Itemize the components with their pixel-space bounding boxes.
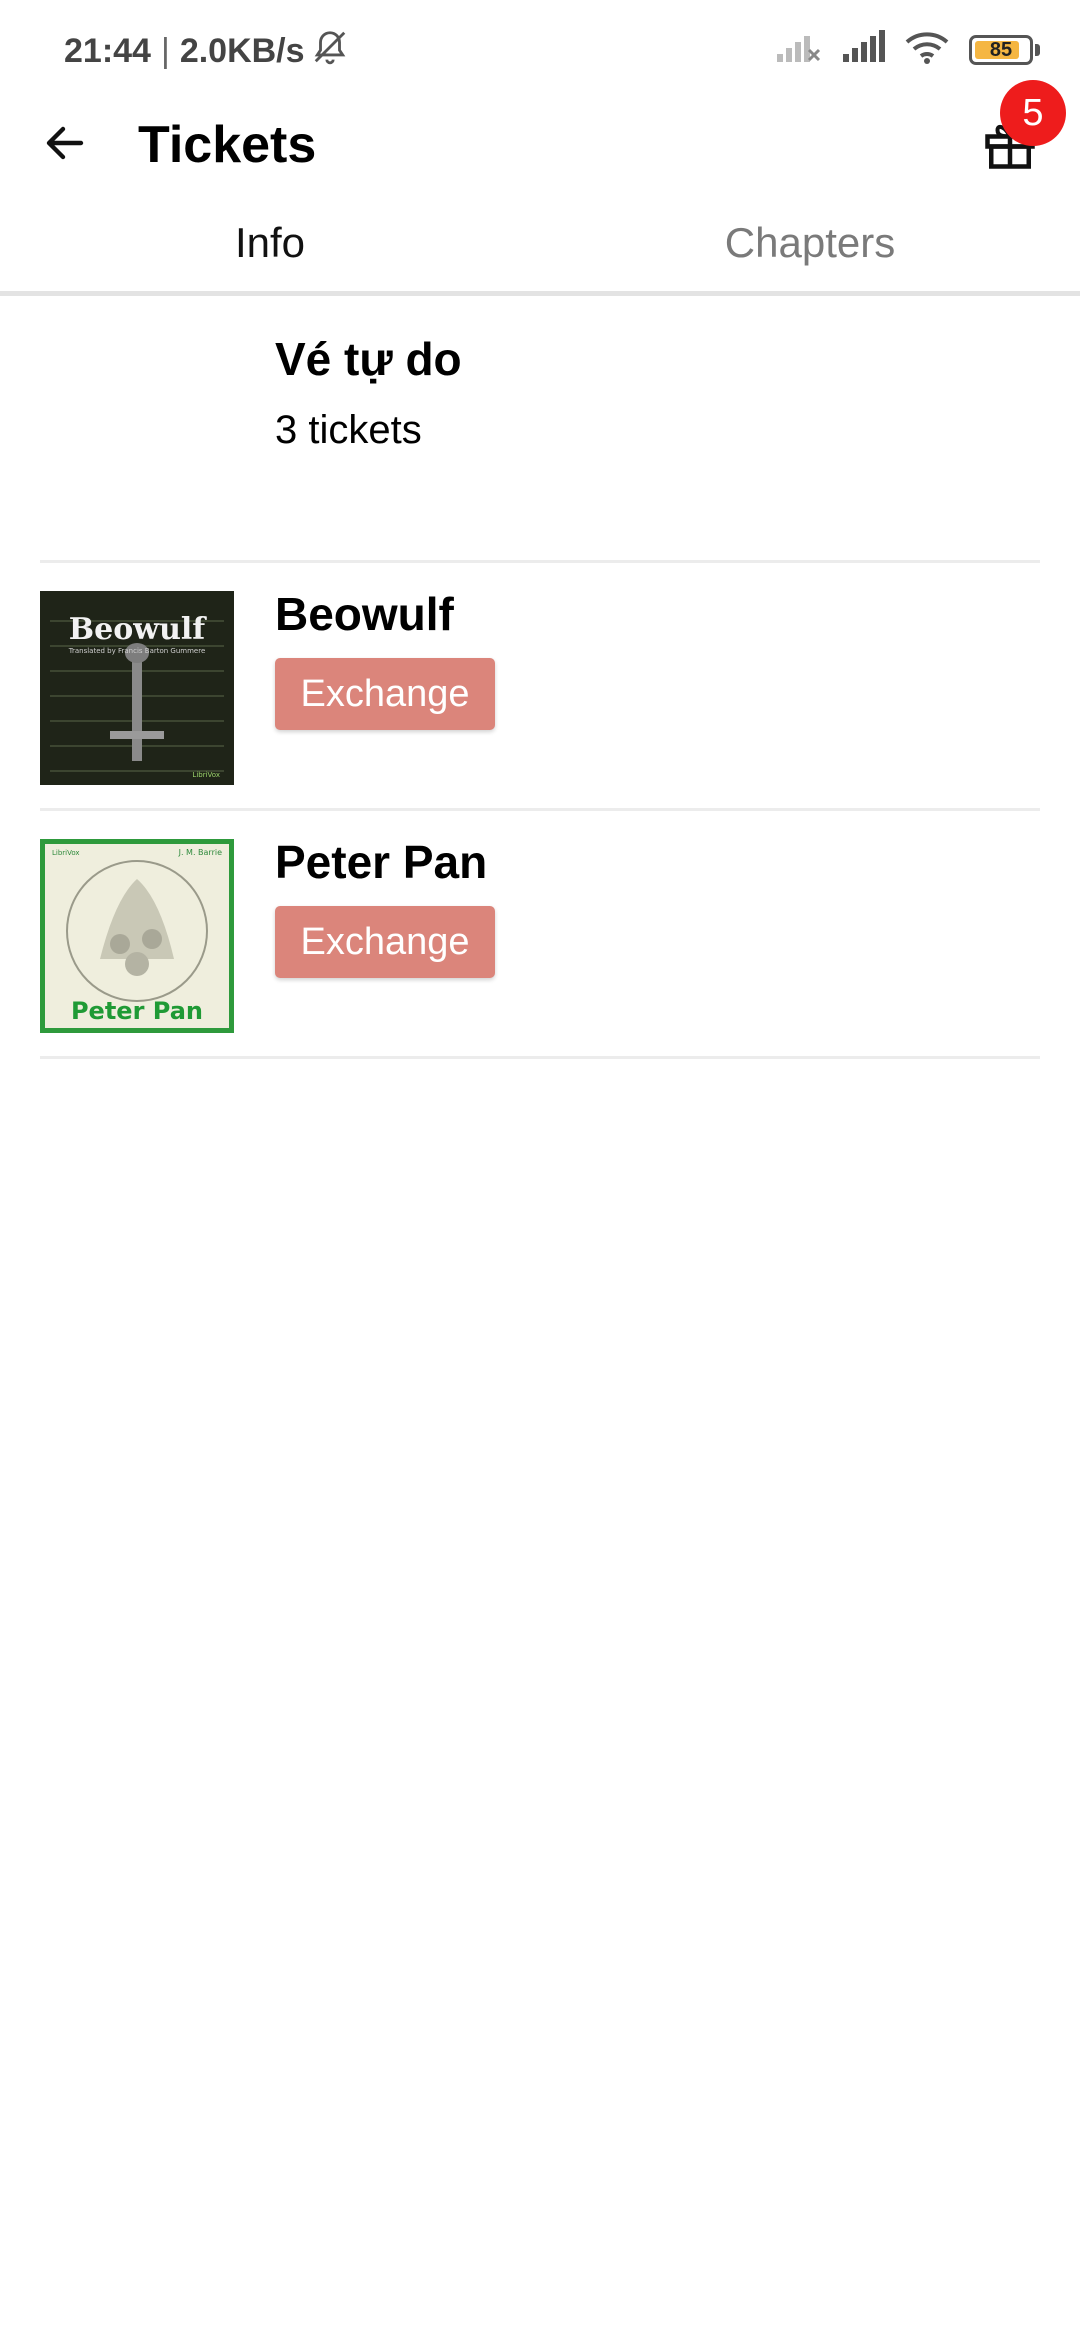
page-title: Tickets bbox=[138, 116, 317, 174]
divider bbox=[40, 1056, 1040, 1059]
status-right: 85 bbox=[775, 30, 1040, 69]
tab-bar: Info Chapters bbox=[0, 195, 1080, 296]
battery-tip bbox=[1035, 43, 1040, 56]
list-item-peter-pan: LibriVox J. M. Barrie Peter Pan Peter Pa… bbox=[40, 811, 1040, 1056]
free-ticket-title: Vé tự do bbox=[275, 333, 462, 385]
notification-badge: 5 bbox=[1000, 80, 1066, 146]
status-separator: | bbox=[160, 32, 170, 70]
free-ticket-summary: Vé tự do 3 tickets bbox=[275, 330, 462, 456]
back-button[interactable] bbox=[30, 110, 100, 180]
cover-author-peter-pan: J. M. Barrie bbox=[178, 848, 222, 857]
cover-publisher-peter-pan: LibriVox bbox=[52, 849, 80, 857]
book-title: Beowulf bbox=[275, 588, 454, 640]
book-cover-peter-pan[interactable]: LibriVox J. M. Barrie Peter Pan bbox=[40, 839, 234, 1033]
book-cover-beowulf[interactable]: Beowulf Translated by Francis Barton Gum… bbox=[40, 591, 234, 785]
list-item-beowulf: Beowulf Translated by Francis Barton Gum… bbox=[40, 563, 1040, 808]
app-bar: Tickets bbox=[0, 100, 1080, 190]
status-bar: 21:44 | 2.0KB/s 85 bbox=[0, 0, 1080, 100]
cover-subtitle-beowulf: Translated by Francis Barton Gummere bbox=[68, 647, 206, 655]
arrow-left-icon bbox=[41, 119, 89, 172]
exchange-button[interactable]: Exchange bbox=[275, 906, 495, 978]
battery-level: 85 bbox=[989, 38, 1013, 61]
bell-off-icon bbox=[311, 28, 349, 75]
exchange-button[interactable]: Exchange bbox=[275, 658, 495, 730]
network-speed: 2.0KB/s bbox=[179, 32, 305, 70]
ticket-count: 3 tickets bbox=[275, 408, 422, 452]
signal-icon bbox=[841, 30, 885, 69]
book-title: Peter Pan bbox=[275, 836, 488, 888]
tab-info[interactable]: Info bbox=[0, 195, 540, 291]
tab-chapters[interactable]: Chapters bbox=[540, 195, 1080, 291]
cover-title-peter-pan: Peter Pan bbox=[71, 997, 203, 1025]
cover-title-beowulf: Beowulf bbox=[69, 612, 207, 647]
signal-off-icon bbox=[775, 30, 821, 69]
wifi-icon bbox=[905, 30, 949, 69]
cover-publisher-beowulf: LibriVox bbox=[192, 771, 220, 779]
battery-icon: 85 bbox=[969, 34, 1033, 65]
status-time: 21:44 bbox=[64, 32, 151, 70]
status-left: 21:44 | 2.0KB/s bbox=[64, 28, 349, 75]
